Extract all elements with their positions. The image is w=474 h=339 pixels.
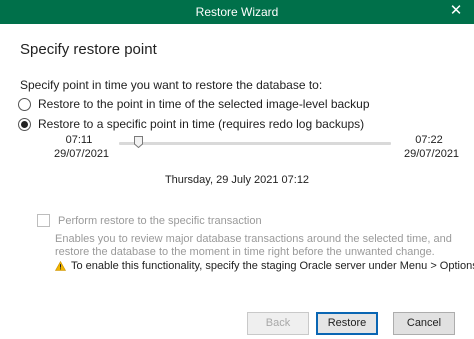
title-bar: Restore Wizard ✕ xyxy=(0,0,474,24)
time-slider-track[interactable] xyxy=(119,142,391,145)
time-slider-thumb[interactable] xyxy=(134,136,143,148)
warning-text: To enable this functionality, specify th… xyxy=(71,260,474,272)
page-title: Specify restore point xyxy=(20,41,157,58)
warning-icon xyxy=(55,261,66,271)
restore-prompt: Specify point in time you want to restor… xyxy=(20,78,323,92)
transaction-checkbox xyxy=(37,214,50,227)
end-time: 07:22 xyxy=(415,134,443,146)
end-date: 29/07/2021 xyxy=(404,148,460,160)
back-button[interactable]: Back xyxy=(247,312,309,335)
restore-button[interactable]: Restore xyxy=(316,312,378,335)
selected-time: Thursday, 29 July 2021 07:12 xyxy=(164,174,310,186)
option-image-level-backup[interactable]: Restore to the point in time of the sele… xyxy=(18,96,370,112)
transaction-description: Enables you to review major database tra… xyxy=(55,233,452,258)
start-date: 29/07/2021 xyxy=(54,148,110,160)
cancel-button[interactable]: Cancel xyxy=(393,312,455,335)
window-title: Restore Wizard xyxy=(195,5,279,19)
transaction-checkbox-label: Perform restore to the specific transact… xyxy=(58,214,262,227)
transaction-option: Perform restore to the specific transact… xyxy=(37,214,262,227)
warning-message: To enable this functionality, specify th… xyxy=(55,260,474,272)
close-icon[interactable]: ✕ xyxy=(448,3,464,19)
start-time: 07:11 xyxy=(65,134,93,146)
option-specific-point[interactable]: Restore to a specific point in time (req… xyxy=(18,116,364,132)
radio-specific-point[interactable] xyxy=(18,117,31,131)
option-label: Restore to a specific point in time (req… xyxy=(38,117,365,131)
option-label: Restore to the point in time of the sele… xyxy=(38,97,370,111)
radio-image-level-backup[interactable] xyxy=(18,97,31,111)
